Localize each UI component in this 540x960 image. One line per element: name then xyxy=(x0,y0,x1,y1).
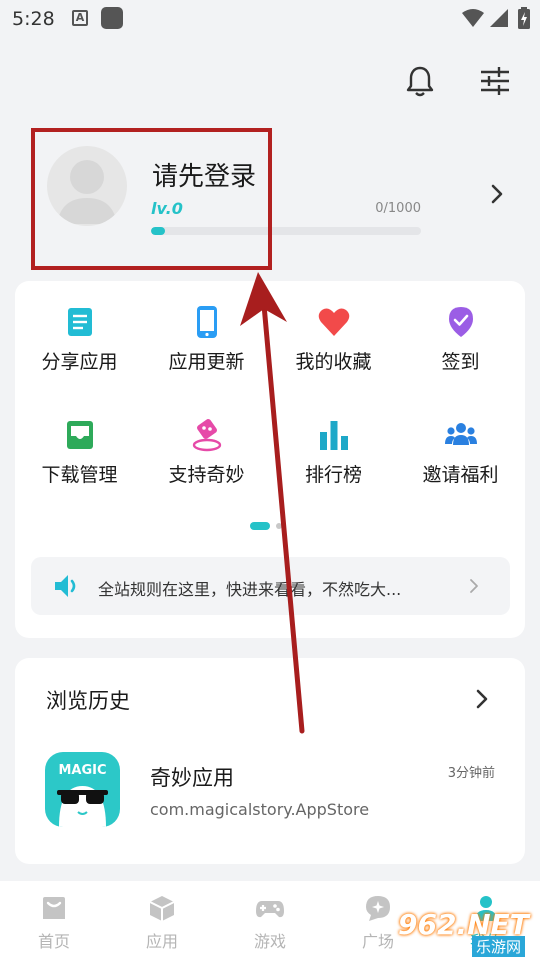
notice-text[interactable]: 全站规则在这里，快进来看看，不然吃大... xyxy=(98,576,401,600)
tab-label: 应用 xyxy=(145,932,178,951)
support-badge-icon xyxy=(192,419,221,452)
app-icon[interactable]: MAGIC xyxy=(45,752,120,827)
quick-action-checkin[interactable]: 签到 xyxy=(397,286,524,396)
history-section-title: 浏览历史 xyxy=(46,689,130,713)
phone-icon xyxy=(196,306,217,338)
cube-icon xyxy=(149,896,175,921)
status-time: 5:28 xyxy=(12,8,55,30)
gamepad-icon xyxy=(256,901,284,918)
notification-bell-icon[interactable] xyxy=(403,64,437,98)
history-visit-time: 3分钟前 xyxy=(447,766,495,781)
tab-games[interactable]: 游戏 xyxy=(216,881,324,960)
checkin-badge-icon xyxy=(448,307,473,337)
history-app-package: com.magicalstory.AppStore xyxy=(150,800,370,819)
signal-icon xyxy=(490,9,508,27)
magic-app-logo-icon: MAGIC xyxy=(57,763,108,827)
quick-action-download-manager[interactable]: 下载管理 xyxy=(16,399,143,509)
page-indicator-inactive[interactable] xyxy=(276,523,282,529)
quick-action-label: 签到 xyxy=(441,351,480,373)
chat-icon xyxy=(366,896,390,921)
document-icon xyxy=(67,308,92,336)
quick-action-invite-rewards[interactable]: 邀请福利 xyxy=(397,399,524,509)
quick-action-label: 分享应用 xyxy=(41,351,118,373)
annotation-highlight-box xyxy=(31,128,272,270)
heart-icon xyxy=(318,308,349,336)
download-tray-icon xyxy=(66,421,93,449)
bar-chart-icon xyxy=(319,421,348,450)
quick-action-app-update[interactable]: 应用更新 xyxy=(143,286,270,396)
notification-badge-icon: A xyxy=(72,10,88,26)
chevron-right-icon xyxy=(470,579,478,593)
tab-home[interactable]: 首页 xyxy=(0,881,108,960)
battery-icon xyxy=(518,7,530,29)
quick-action-support[interactable]: 支持奇妙 xyxy=(143,399,270,509)
tab-label: 游戏 xyxy=(253,932,286,951)
experience-count: 0/1000 xyxy=(375,201,421,216)
speaker-icon xyxy=(55,575,76,597)
chevron-right-icon[interactable] xyxy=(472,688,492,710)
status-bar: 5:28 A xyxy=(0,0,540,40)
chevron-right-icon[interactable] xyxy=(486,182,508,206)
wifi-icon xyxy=(462,9,484,27)
page-indicator-active xyxy=(250,522,270,530)
quick-action-label: 我的收藏 xyxy=(295,351,372,373)
quick-action-label: 下载管理 xyxy=(41,464,118,486)
quick-action-share-app[interactable]: 分享应用 xyxy=(16,286,143,396)
tab-label: 首页 xyxy=(37,932,70,951)
history-app-name: 奇妙应用 xyxy=(150,766,234,790)
quick-action-leaderboard[interactable]: 排行榜 xyxy=(270,399,397,509)
settings-sliders-icon[interactable] xyxy=(478,64,512,98)
quick-action-favorites[interactable]: 我的收藏 xyxy=(270,286,397,396)
home-icon xyxy=(43,897,65,919)
group-icon xyxy=(444,423,477,445)
watermark-sub: 乐游网 xyxy=(472,936,526,957)
svg-text:MAGIC: MAGIC xyxy=(58,763,106,778)
tab-apps[interactable]: 应用 xyxy=(108,881,216,960)
quick-action-label: 邀请福利 xyxy=(422,464,499,486)
quick-action-label: 应用更新 xyxy=(168,351,245,373)
quick-action-label: 支持奇妙 xyxy=(168,464,245,486)
quick-action-label: 排行榜 xyxy=(304,464,362,486)
app-notification-icon xyxy=(101,7,123,29)
